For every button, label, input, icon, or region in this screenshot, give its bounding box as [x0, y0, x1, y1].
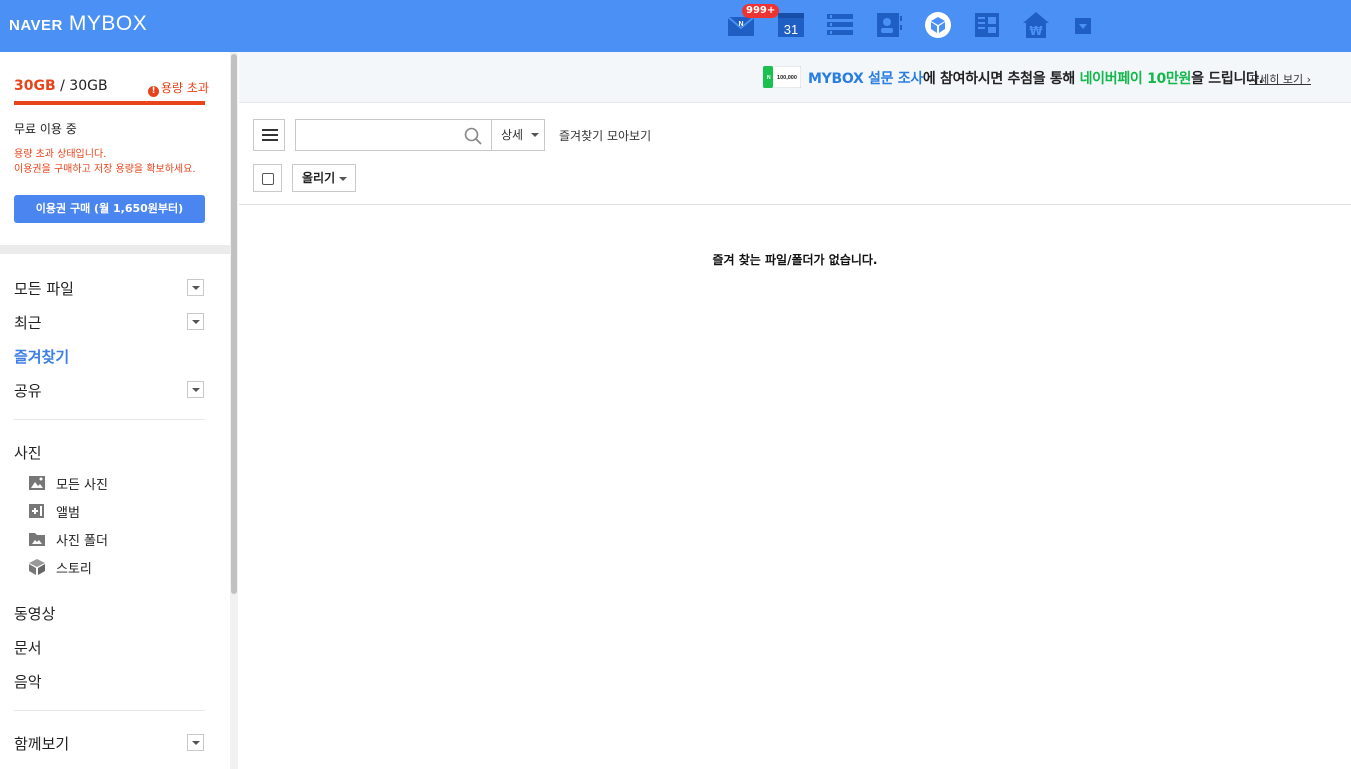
nav-all-files[interactable]: 모든 파일	[14, 278, 74, 299]
calendar-icon[interactable]: 31	[777, 11, 805, 39]
banner-text-mid: 에 참여하시면 추첨을 통해	[922, 71, 1080, 87]
view-menu-button[interactable]	[253, 119, 285, 151]
hamburger-icon	[262, 129, 278, 131]
nav-photo-folder[interactable]: 사진 폴더	[56, 530, 108, 549]
photo-icon	[29, 476, 45, 490]
capacity-warning-line1: 용량 초과 상태입니다.	[14, 149, 107, 160]
story-icon	[29, 559, 45, 575]
search-icon[interactable]	[464, 127, 482, 145]
nav-favorites[interactable]: 즐겨찾기	[14, 346, 69, 367]
sidebar-scroll-thumb[interactable]	[231, 54, 237, 594]
banner-message[interactable]: MYBOX 설문 조사에 참여하시면 추첨을 통해 네이버페이 10만원을 드립…	[808, 68, 1264, 88]
sidebar: 30GB / 30GB ! 용량 초과 무료 이용 중 용량 초과 상태입니다. …	[0, 52, 238, 769]
over-capacity-indicator[interactable]: ! 용량 초과	[148, 79, 209, 97]
all-files-expand-icon[interactable]	[187, 279, 204, 296]
banner-survey-link: MYBOX 설문 조사	[808, 71, 923, 87]
calendar-day: 31	[784, 22, 798, 37]
mail-count-badge: 999+	[742, 4, 780, 18]
nav-recent[interactable]: 최근	[14, 312, 42, 333]
nav-music[interactable]: 음악	[14, 671, 42, 692]
select-all-checkbox[interactable]	[253, 164, 282, 192]
banner-details-link[interactable]: 자세히 보기 ›	[1249, 71, 1311, 87]
checkbox-icon	[262, 173, 274, 185]
svg-text:₩: ₩	[1029, 24, 1043, 38]
capacity-warning: 용량 초과 상태입니다. 이용권을 구매하고 저장 용량을 확보하세요.	[14, 147, 196, 177]
storage-total: 30GB	[69, 78, 108, 94]
pay-icon[interactable]: ₩	[1022, 11, 1050, 39]
office-icon[interactable]	[973, 11, 1001, 39]
upload-button[interactable]: 올리기	[292, 164, 356, 192]
nav-story[interactable]: 스토리	[56, 558, 92, 577]
album-icon	[29, 504, 44, 518]
together-expand-icon[interactable]	[187, 734, 204, 751]
toolbar-divider	[239, 204, 1351, 205]
sidebar-scrollbar[interactable]	[230, 52, 238, 769]
nav-album[interactable]: 앨범	[56, 502, 80, 521]
shared-expand-icon[interactable]	[187, 381, 204, 398]
capacity-warning-line2: 이용권을 구매하고 저장 용량을 확보하세요.	[14, 164, 196, 175]
nav-documents[interactable]: 문서	[14, 637, 42, 658]
section-separator	[0, 245, 230, 254]
recent-expand-icon[interactable]	[187, 313, 204, 330]
mybox-icon[interactable]	[924, 11, 952, 39]
storage-usage: 30GB / 30GB	[14, 78, 108, 94]
top-header: NAVER MYBOX	[0, 0, 1351, 52]
favorites-collection-link[interactable]: 즐겨찾기 모아보기	[559, 127, 651, 144]
buy-subscription-button[interactable]: 이용권 구매 (월 1,650원부터)	[14, 195, 205, 223]
plan-status: 무료 이용 중	[14, 122, 77, 136]
contacts-icon[interactable]	[875, 11, 903, 39]
nav-photos[interactable]: 사진	[14, 442, 42, 463]
more-services-icon[interactable]	[1075, 18, 1091, 34]
coupon-amount: 100,000	[777, 75, 797, 81]
memo-icon[interactable]	[826, 11, 854, 39]
search-input[interactable]	[300, 121, 460, 149]
svg-text:N: N	[767, 75, 771, 81]
svg-text:N: N	[738, 21, 743, 28]
nav-divider	[14, 710, 205, 711]
over-capacity-label: 용량 초과	[161, 81, 209, 95]
detail-search-dropdown[interactable]: 상세	[491, 119, 545, 151]
brand-logo[interactable]: NAVER MYBOX	[9, 12, 147, 36]
alert-icon: !	[148, 86, 159, 97]
photo-folder-icon	[29, 533, 45, 546]
storage-bar	[14, 101, 205, 105]
naver-logo: NAVER	[9, 17, 63, 34]
nav-divider	[14, 419, 205, 420]
mybox-logo: MYBOX	[68, 12, 148, 35]
nav-video[interactable]: 동영상	[14, 603, 55, 624]
coupon-icon: N 100,000	[763, 66, 801, 88]
banner-prize: 네이버페이 10만원	[1079, 71, 1192, 87]
nav-shared[interactable]: 공유	[14, 380, 42, 401]
storage-used: 30GB	[14, 78, 56, 94]
nav-together[interactable]: 함께보기	[14, 733, 69, 754]
search-box	[295, 119, 492, 151]
storage-separator: /	[55, 78, 70, 94]
empty-state-message: 즐겨 찾는 파일/폴더가 없습니다.	[712, 253, 878, 267]
nav-all-photos[interactable]: 모든 사진	[56, 474, 108, 493]
